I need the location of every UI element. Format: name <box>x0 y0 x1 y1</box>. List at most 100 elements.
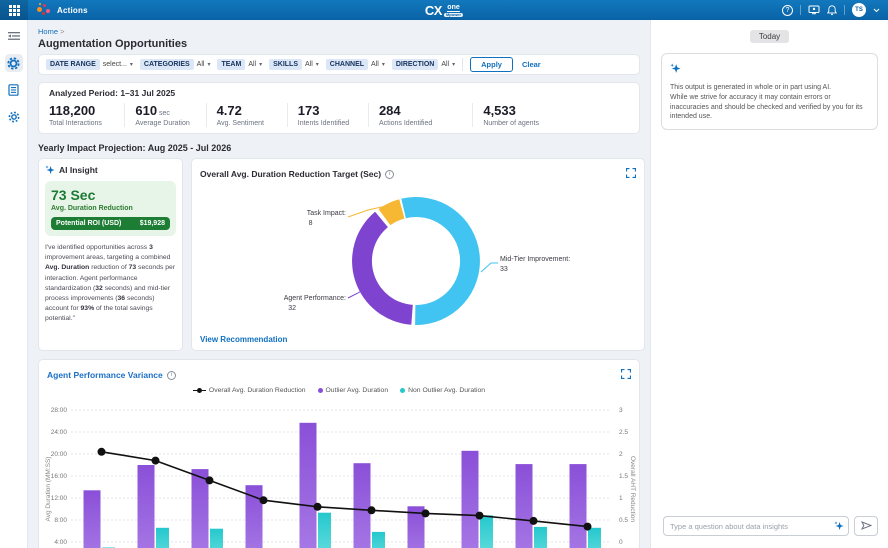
disclaimer-line2: While we strive for accuracy it may cont… <box>670 93 869 122</box>
y-axis-label-left: Avg Duration (MM:SS) <box>45 457 52 522</box>
expand-icon[interactable] <box>626 165 636 183</box>
bar-non-outlier-avg-duration-8[interactable] <box>480 515 493 548</box>
sidebar-item-reports[interactable] <box>5 81 23 99</box>
bar-non-outlier-avg-duration-5[interactable] <box>318 513 331 548</box>
filter-team[interactable]: TEAMAll▾ <box>217 59 262 70</box>
disclaimer-line1: This output is generated in whole or in … <box>670 83 869 93</box>
top-bar: Actions CX one Mpower ? TS <box>0 0 888 20</box>
filter-direction[interactable]: DIRECTIONAll▾ <box>392 59 455 70</box>
clear-button[interactable]: Clear <box>522 60 541 69</box>
roi-label: Potential ROI (USD) <box>56 220 121 227</box>
line-point-2[interactable] <box>152 457 160 465</box>
notifications-bell-icon[interactable] <box>827 5 837 16</box>
ai-sparkle-icon <box>834 521 844 531</box>
sidebar-item-settings-gear-icon[interactable] <box>5 108 23 126</box>
view-recommendation-link[interactable]: View Recommendation <box>200 335 287 344</box>
filter-label: CHANNEL <box>326 59 368 70</box>
info-icon[interactable]: i <box>385 170 394 179</box>
apply-button[interactable]: Apply <box>470 57 513 72</box>
bar-non-outlier-avg-duration-6[interactable] <box>372 532 385 548</box>
app-launcher-icon[interactable] <box>0 0 28 20</box>
ai-assistant-panel: Today This output is generated in whole … <box>650 20 888 548</box>
duration-reduction-value: 73 Sec <box>51 187 170 203</box>
collapse-menu-icon[interactable] <box>5 27 23 45</box>
legend-non-outlier-avg-duration[interactable]: Non Outlier Avg. Duration <box>400 387 485 394</box>
donut-label: Task Impact: <box>307 210 346 217</box>
filter-skills[interactable]: SKILLSAll▾ <box>269 59 319 70</box>
sidebar-item-automation[interactable] <box>5 54 23 72</box>
legend-label: Outlier Avg. Duration <box>326 387 389 394</box>
legend-outlier-avg-duration[interactable]: Outlier Avg. Duration <box>318 387 389 394</box>
help-icon[interactable]: ? <box>782 5 793 16</box>
bar-outlier-avg-duration-2[interactable] <box>138 465 155 548</box>
line-point-5[interactable] <box>314 503 322 511</box>
donut-value: 8 <box>309 220 313 227</box>
duration-reduction-label: Avg. Duration Reduction <box>51 205 170 212</box>
donut-slice-agent-performance[interactable] <box>352 212 413 325</box>
expand-icon[interactable] <box>621 366 631 384</box>
bar-outlier-avg-duration-6[interactable] <box>354 463 371 548</box>
breadcrumb-separator: > <box>60 27 64 36</box>
donut-callout-line <box>348 206 386 217</box>
y-axis-tick-right: 0 <box>619 539 623 546</box>
ai-disclaimer-card: This output is generated in whole or in … <box>661 53 878 130</box>
bar-outlier-avg-duration-8[interactable] <box>462 451 479 548</box>
analyzed-period-title: Analyzed Period: 1–31 Jul 2025 <box>49 88 629 98</box>
send-icon <box>861 521 872 530</box>
bar-non-outlier-avg-duration-9[interactable] <box>534 527 547 548</box>
bar-outlier-avg-duration-9[interactable] <box>516 464 533 548</box>
y-axis-tick-left: 24:00 <box>51 429 68 436</box>
chevron-down-icon: ▾ <box>130 61 133 68</box>
filter-label: TEAM <box>217 59 245 70</box>
stat-value: 610 sec <box>135 103 195 118</box>
filter-value: All <box>248 61 256 68</box>
chat-input[interactable] <box>663 516 849 536</box>
filter-value: select... <box>103 61 127 68</box>
roi-pill: Potential ROI (USD) $19,928 <box>51 217 170 230</box>
donut-value: 32 <box>288 305 296 312</box>
legend-dot <box>318 388 323 393</box>
bar-non-outlier-avg-duration-3[interactable] <box>210 529 223 548</box>
legend-overall-avg-duration-reduction[interactable]: Overall Avg. Duration Reduction <box>193 387 306 394</box>
y-axis-tick-right: 1 <box>619 495 623 502</box>
bar-non-outlier-avg-duration-2[interactable] <box>156 528 169 548</box>
line-point-8[interactable] <box>476 512 484 520</box>
top-bar-separator <box>844 5 845 15</box>
bar-outlier-avg-duration-5[interactable] <box>300 423 317 548</box>
line-point-7[interactable] <box>422 509 430 517</box>
line-point-9[interactable] <box>530 517 538 525</box>
section-heading: Yearly Impact Projection: Aug 2025 - Jul… <box>38 143 640 153</box>
line-point-6[interactable] <box>368 506 376 514</box>
breadcrumb-home-link[interactable]: Home <box>38 27 58 36</box>
stat-label: Intents Identified <box>298 120 358 127</box>
filter-channel[interactable]: CHANNELAll▾ <box>326 59 385 70</box>
filter-value: All <box>371 61 379 68</box>
donut-card-title: Overall Avg. Duration Reduction Target (… <box>200 169 381 179</box>
send-button[interactable] <box>854 516 878 536</box>
user-avatar[interactable]: TS <box>852 3 866 17</box>
line-overall-avg-duration-reduction <box>102 452 588 527</box>
filter-categories[interactable]: CATEGORIESAll▾ <box>140 59 211 70</box>
y-axis-tick-right: 2.5 <box>619 429 628 436</box>
bar-non-outlier-avg-duration-10[interactable] <box>588 528 601 548</box>
cxone-logo-cx: CX <box>425 3 442 18</box>
chart-legend: Overall Avg. Duration Reduction Outlier A… <box>43 387 635 394</box>
screen-share-icon[interactable] <box>808 5 820 15</box>
info-icon[interactable]: i <box>167 371 176 380</box>
donut-slice-mid-tier-improvement[interactable] <box>401 197 480 325</box>
filter-value: All <box>441 61 449 68</box>
line-point-10[interactable] <box>584 523 592 531</box>
line-point-4[interactable] <box>260 496 268 504</box>
filter-date-range[interactable]: DATE RANGEselect...▾ <box>46 59 133 70</box>
bar-outlier-avg-duration-10[interactable] <box>570 464 587 548</box>
chevron-down-icon[interactable] <box>873 8 880 13</box>
y-axis-label-right: Overall AHT Reduction <box>629 456 636 522</box>
product-brand[interactable]: Actions <box>36 3 88 17</box>
y-axis-tick-left: 16:00 <box>51 473 68 480</box>
legend-label: Non Outlier Avg. Duration <box>408 387 485 394</box>
top-bar-separator <box>800 5 801 15</box>
filter-label: SKILLS <box>269 59 302 70</box>
line-point-1[interactable] <box>98 448 106 456</box>
line-point-3[interactable] <box>206 476 214 484</box>
bar-outlier-avg-duration-1[interactable] <box>84 490 101 548</box>
